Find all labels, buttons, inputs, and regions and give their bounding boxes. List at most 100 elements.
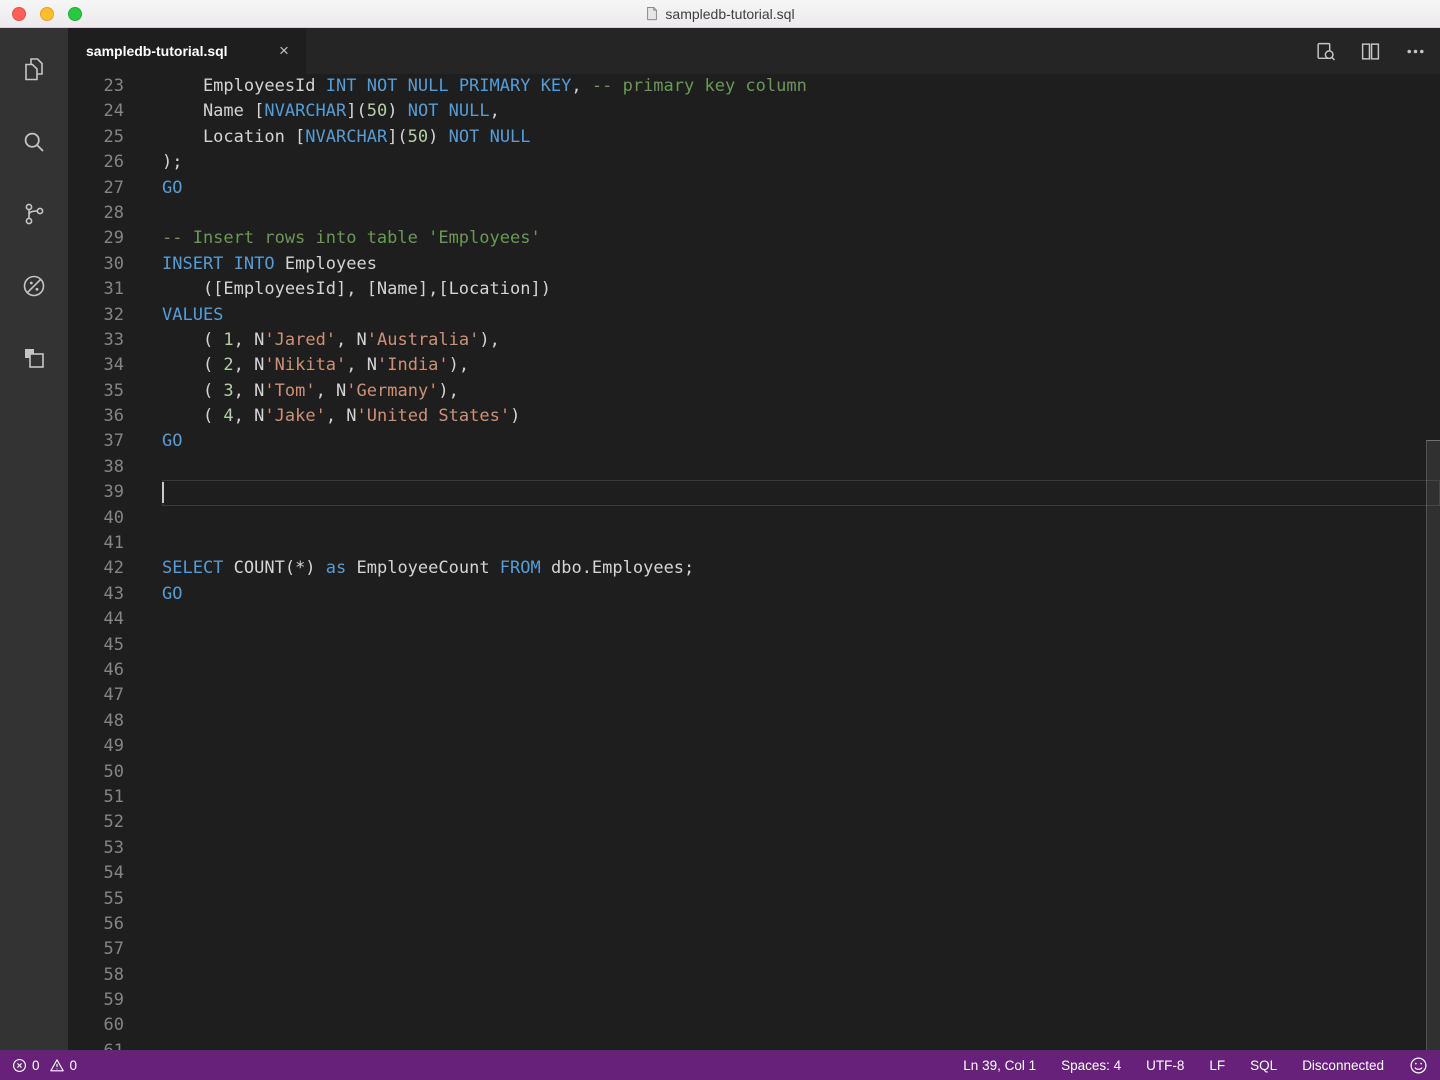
code-line[interactable]: 56 — [68, 912, 1440, 937]
errors-icon — [12, 1058, 27, 1073]
line-number: 33 — [68, 328, 162, 353]
connection-status[interactable]: Disconnected — [1302, 1058, 1384, 1073]
sidebar-item-explorer[interactable] — [0, 36, 68, 108]
line-number: 41 — [68, 531, 162, 556]
code-line[interactable]: 58 — [68, 963, 1440, 988]
debug-icon — [20, 272, 48, 305]
sidebar-item-source-control[interactable] — [0, 180, 68, 252]
extensions-icon — [20, 344, 48, 377]
code-line[interactable]: 38 — [68, 455, 1440, 480]
line-number: 61 — [68, 1039, 162, 1050]
code-line[interactable]: 60 — [68, 1013, 1440, 1038]
code-line[interactable]: 25 Location [NVARCHAR](50) NOT NULL — [68, 125, 1440, 150]
code-line[interactable]: 45 — [68, 633, 1440, 658]
code-line[interactable]: 55 — [68, 887, 1440, 912]
indentation[interactable]: Spaces: 4 — [1061, 1058, 1121, 1073]
window-title: sampledb-tutorial.sql — [665, 6, 794, 22]
vertical-scrollbar[interactable] — [1426, 440, 1440, 1050]
language-mode[interactable]: SQL — [1250, 1058, 1277, 1073]
zoom-window-button[interactable] — [68, 7, 82, 21]
line-number: 46 — [68, 658, 162, 683]
open-preview-icon[interactable] — [1315, 41, 1336, 62]
editor-actions — [1315, 28, 1440, 74]
code-line[interactable]: 33 ( 1, N'Jared', N'Australia'), — [68, 328, 1440, 353]
line-number: 26 — [68, 150, 162, 175]
line-number: 38 — [68, 455, 162, 480]
code-line[interactable]: 44 — [68, 607, 1440, 632]
code-line[interactable]: 53 — [68, 836, 1440, 861]
tab-close-icon[interactable]: × — [274, 41, 294, 61]
titlebar: sampledb-tutorial.sql — [0, 0, 1440, 28]
code-line[interactable]: 43GO — [68, 582, 1440, 607]
code-line[interactable]: 37GO — [68, 429, 1440, 454]
line-number: 25 — [68, 125, 162, 150]
activity-bar — [0, 28, 68, 1050]
code-line[interactable]: 51 — [68, 785, 1440, 810]
line-number: 43 — [68, 582, 162, 607]
feedback-smiley-icon[interactable] — [1409, 1056, 1428, 1075]
sidebar-item-debug[interactable] — [0, 252, 68, 324]
split-editor-icon[interactable] — [1360, 41, 1381, 62]
code-line[interactable]: 23 EmployeesId INT NOT NULL PRIMARY KEY,… — [68, 74, 1440, 99]
code-line[interactable]: 50 — [68, 760, 1440, 785]
code-line[interactable]: 35 ( 3, N'Tom', N'Germany'), — [68, 379, 1440, 404]
code-line[interactable]: 54 — [68, 861, 1440, 886]
line-number: 36 — [68, 404, 162, 429]
tab-bar: sampledb-tutorial.sql × — [68, 28, 1440, 74]
code-line[interactable]: 30INSERT INTO Employees — [68, 252, 1440, 277]
sidebar-item-search[interactable] — [0, 108, 68, 180]
encoding[interactable]: UTF-8 — [1146, 1058, 1184, 1073]
code-line[interactable]: 59 — [68, 988, 1440, 1013]
code-line[interactable]: 36 ( 4, N'Jake', N'United States') — [68, 404, 1440, 429]
minimize-window-button[interactable] — [40, 7, 54, 21]
close-window-button[interactable] — [12, 7, 26, 21]
code-line[interactable]: 52 — [68, 810, 1440, 835]
code-line[interactable]: 29-- Insert rows into table 'Employees' — [68, 226, 1440, 251]
explorer-icon — [20, 56, 48, 89]
code-line[interactable]: 34 ( 2, N'Nikita', N'India'), — [68, 353, 1440, 378]
code-line[interactable]: 24 Name [NVARCHAR](50) NOT NULL, — [68, 99, 1440, 124]
line-number: 32 — [68, 303, 162, 328]
line-number: 51 — [68, 785, 162, 810]
status-right-items: Ln 39, Col 1 Spaces: 4 UTF-8 LF SQL Disconnec… — [963, 1058, 1384, 1073]
line-number: 45 — [68, 633, 162, 658]
editor[interactable]: 23 EmployeesId INT NOT NULL PRIMARY KEY,… — [68, 74, 1440, 1050]
tab-sampledb-tutorial[interactable]: sampledb-tutorial.sql × — [68, 28, 306, 74]
line-number: 37 — [68, 429, 162, 454]
code-line[interactable]: 39 — [68, 480, 1440, 505]
code-line[interactable]: 57 — [68, 937, 1440, 962]
line-number: 24 — [68, 99, 162, 124]
line-number: 30 — [68, 252, 162, 277]
sidebar-item-extensions[interactable] — [0, 324, 68, 396]
tab-label: sampledb-tutorial.sql — [86, 43, 228, 59]
cursor-position[interactable]: Ln 39, Col 1 — [963, 1058, 1036, 1073]
code-line[interactable]: 48 — [68, 709, 1440, 734]
line-number: 34 — [68, 353, 162, 378]
code-line[interactable]: 47 — [68, 683, 1440, 708]
code-line[interactable]: 28 — [68, 201, 1440, 226]
code-line[interactable]: 26); — [68, 150, 1440, 175]
code-line[interactable]: 46 — [68, 658, 1440, 683]
line-number: 52 — [68, 810, 162, 835]
code-line[interactable]: 27GO — [68, 176, 1440, 201]
line-number: 53 — [68, 836, 162, 861]
code-line[interactable]: 49 — [68, 734, 1440, 759]
more-actions-icon[interactable] — [1405, 41, 1426, 62]
eol[interactable]: LF — [1209, 1058, 1225, 1073]
code-line[interactable]: 42SELECT COUNT(*) as EmployeeCount FROM … — [68, 556, 1440, 581]
code-line[interactable]: 32VALUES — [68, 303, 1440, 328]
status-bar: 0 0 Ln 39, Col 1 Spaces: 4 UTF-8 LF SQL Disco… — [0, 1050, 1440, 1080]
app-window: sampledb-tutorial.sql — [0, 0, 1440, 1080]
problems-indicator[interactable]: 0 0 — [12, 1058, 77, 1073]
warnings-icon — [49, 1058, 65, 1073]
code-line[interactable]: 61 — [68, 1039, 1440, 1050]
code-line[interactable]: 41 — [68, 531, 1440, 556]
text-cursor — [162, 482, 164, 503]
line-number: 49 — [68, 734, 162, 759]
code-line[interactable]: 40 — [68, 506, 1440, 531]
code-line[interactable]: 31 ([EmployeesId], [Name],[Location]) — [68, 277, 1440, 302]
warnings-count: 0 — [70, 1058, 78, 1073]
line-number: 31 — [68, 277, 162, 302]
line-number: 23 — [68, 74, 162, 99]
source-control-icon — [20, 200, 48, 233]
